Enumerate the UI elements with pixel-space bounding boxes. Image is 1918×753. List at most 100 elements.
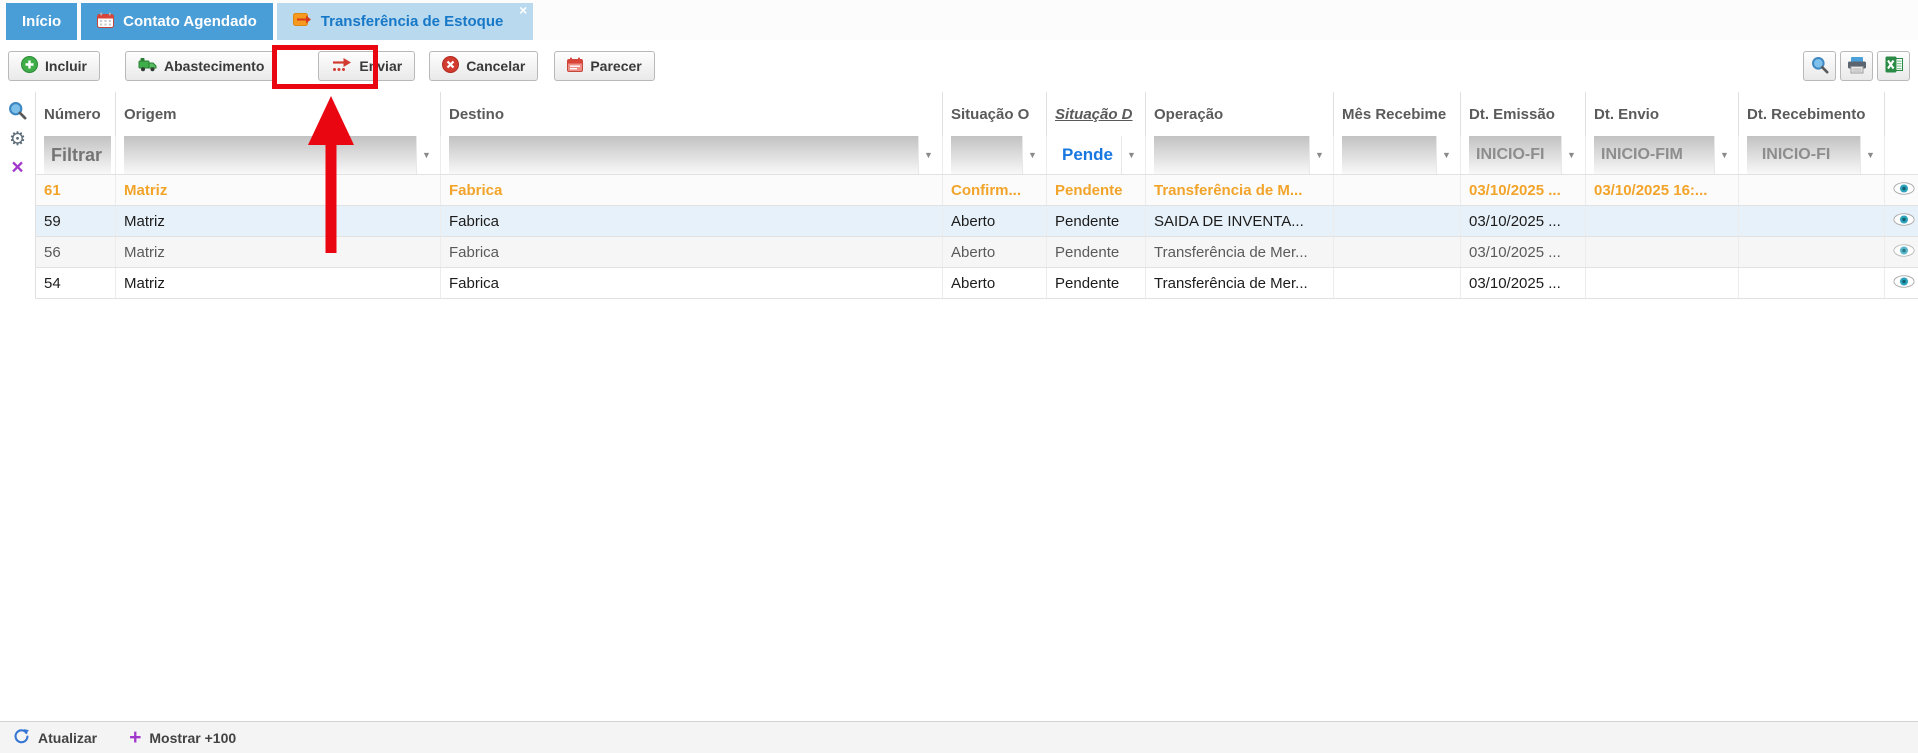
- grid-settings-gear-icon[interactable]: ⚙: [7, 128, 29, 150]
- tab-transferencia-de-estoque[interactable]: Transferência de Estoque ×: [277, 3, 534, 40]
- mes-recebimento-filter-input[interactable]: ▼: [1342, 136, 1456, 174]
- column-header-numero[interactable]: Número: [36, 92, 116, 136]
- button-label: Enviar: [359, 58, 402, 74]
- column-header-dt-emissao[interactable]: Dt. Emissão: [1461, 92, 1586, 136]
- situacao-origem-filter-input[interactable]: ▼: [951, 136, 1042, 174]
- column-header-dt-recebimento[interactable]: Dt. Recebimento: [1739, 92, 1885, 136]
- destino-filter-dropdown-icon[interactable]: ▼: [918, 136, 938, 174]
- clear-filter-icon[interactable]: ×: [7, 157, 29, 179]
- close-tab-icon[interactable]: ×: [519, 3, 527, 17]
- cell-numero: 56: [36, 237, 116, 268]
- column-header-situacao-origem[interactable]: Situação O: [943, 92, 1047, 136]
- dt-recebimento-filter-dropdown-icon[interactable]: ▼: [1860, 136, 1880, 174]
- origem-filter-input[interactable]: ▼: [124, 136, 436, 174]
- cell-dt-recebimento: [1739, 175, 1885, 206]
- button-label: Cancelar: [466, 58, 525, 74]
- column-header-operacao[interactable]: Operação: [1146, 92, 1334, 136]
- table-row-61[interactable]: 61 Matriz Fabrica Confirm... Pendente Tr…: [36, 175, 1918, 206]
- toolbar-right-group: [1803, 51, 1910, 81]
- dt-emissao-filter-dropdown-icon[interactable]: ▼: [1561, 136, 1581, 174]
- origem-filter-dropdown-icon[interactable]: ▼: [416, 136, 436, 174]
- table-row-59[interactable]: 59 Matriz Fabrica Aberto Pendente SAIDA …: [36, 206, 1918, 237]
- cell-numero: 59: [36, 206, 116, 237]
- footer-label: Mostrar +100: [149, 730, 236, 746]
- mostrar-100-button[interactable]: + Mostrar +100: [129, 729, 236, 747]
- cancelar-button[interactable]: Cancelar: [429, 51, 538, 81]
- destino-filter-input[interactable]: ▼: [449, 136, 938, 174]
- enviar-button[interactable]: Enviar: [318, 51, 415, 81]
- search-icon: [1811, 56, 1829, 77]
- tab-label: Início: [22, 13, 61, 30]
- cell-numero: 54: [36, 268, 116, 299]
- printer-icon: [1847, 56, 1867, 77]
- cell-dt-emissao: 03/10/2025 ...: [1461, 268, 1586, 299]
- filter-value: INICIO-FIM: [1594, 146, 1683, 164]
- operacao-filter-dropdown-icon[interactable]: ▼: [1309, 136, 1329, 174]
- eye-icon: [1893, 213, 1915, 230]
- print-button[interactable]: [1840, 51, 1873, 81]
- grid-side-tools: ⚙ ×: [0, 92, 35, 179]
- atualizar-button[interactable]: Atualizar: [13, 728, 97, 748]
- parecer-button[interactable]: Parecer: [554, 51, 654, 81]
- cell-operacao: Transferência de Mer...: [1146, 237, 1334, 268]
- excel-export-button[interactable]: [1877, 51, 1910, 81]
- operacao-filter-input[interactable]: ▼: [1154, 136, 1329, 174]
- situacao-destino-filter-input[interactable]: Pende ▼: [1055, 136, 1141, 174]
- tab-inicio[interactable]: Início: [6, 3, 77, 40]
- cell-dt-recebimento: [1739, 206, 1885, 237]
- plus-circle-icon: [21, 56, 38, 76]
- row-view-button[interactable]: [1885, 268, 1918, 299]
- grid-search-icon[interactable]: [7, 99, 29, 121]
- cell-dt-envio: [1586, 268, 1739, 299]
- cell-dt-emissao: 03/10/2025 ...: [1461, 206, 1586, 237]
- transfer-icon: [293, 12, 312, 31]
- dt-emissao-filter-input[interactable]: INICIO-FI▼: [1469, 136, 1581, 174]
- column-header-mes-recebimento[interactable]: Mês Recebime: [1334, 92, 1461, 136]
- cell-destino: Fabrica: [441, 206, 943, 237]
- incluir-button[interactable]: Incluir: [8, 51, 100, 81]
- cell-dt-emissao: 03/10/2025 ...: [1461, 237, 1586, 268]
- cell-situacao-origem: Aberto: [943, 237, 1047, 268]
- cell-dt-recebimento: [1739, 268, 1885, 299]
- button-label: Incluir: [45, 58, 87, 74]
- grid-footer-bar: Atualizar + Mostrar +100: [0, 721, 1918, 753]
- dt-envio-filter-input[interactable]: INICIO-FIM ▼: [1594, 136, 1734, 174]
- row-view-button[interactable]: [1885, 237, 1918, 268]
- column-header-destino[interactable]: Destino: [441, 92, 943, 136]
- search-button[interactable]: [1803, 51, 1836, 81]
- mes-recebimento-filter-dropdown-icon[interactable]: ▼: [1436, 136, 1456, 174]
- situacao-destino-filter-dropdown-icon[interactable]: ▼: [1121, 136, 1141, 174]
- dt-recebimento-filter-input[interactable]: INICIO-FI ▼: [1747, 136, 1880, 174]
- dt-envio-filter-dropdown-icon[interactable]: ▼: [1714, 136, 1734, 174]
- table-row-56[interactable]: 56 Matriz Fabrica Aberto Pendente Transf…: [36, 237, 1918, 268]
- toolbar: Incluir Abastecimento Enviar Cancelar Pa…: [0, 40, 1918, 92]
- grid-header-row: Número Origem Destino Situação O Situaçã…: [36, 92, 1918, 136]
- cell-situacao-origem: Aberto: [943, 206, 1047, 237]
- column-header-dt-envio[interactable]: Dt. Envio: [1586, 92, 1739, 136]
- footer-label: Atualizar: [38, 730, 97, 746]
- cell-origem: Matriz: [116, 175, 441, 206]
- numero-filter-input[interactable]: Filtrar: [44, 136, 111, 174]
- row-view-button[interactable]: [1885, 175, 1918, 206]
- cell-origem: Matriz: [116, 268, 441, 299]
- cell-dt-emissao: 03/10/2025 ...: [1461, 175, 1586, 206]
- row-view-button[interactable]: [1885, 206, 1918, 237]
- tab-label: Contato Agendado: [123, 13, 257, 30]
- tab-contato-agendado[interactable]: Contato Agendado: [81, 3, 273, 40]
- column-header-origem[interactable]: Origem: [116, 92, 441, 136]
- column-header-situacao-destino[interactable]: Situação D: [1047, 92, 1146, 136]
- cell-mes-recebimento: [1334, 175, 1461, 206]
- button-label: Abastecimento: [164, 58, 264, 74]
- filter-value: Pende: [1055, 145, 1113, 165]
- abastecimento-button[interactable]: Abastecimento: [125, 51, 277, 81]
- cell-mes-recebimento: [1334, 237, 1461, 268]
- cell-dt-envio: [1586, 206, 1739, 237]
- cell-operacao: Transferência de Mer...: [1146, 268, 1334, 299]
- table-row-54[interactable]: 54 Matriz Fabrica Aberto Pendente Transf…: [36, 268, 1918, 299]
- plus-icon: +: [129, 729, 141, 747]
- filter-value: INICIO-FI: [1762, 146, 1830, 164]
- situacao-origem-filter-dropdown-icon[interactable]: ▼: [1022, 136, 1042, 174]
- cell-origem: Matriz: [116, 206, 441, 237]
- refresh-icon: [13, 728, 30, 748]
- tab-label: Transferência de Estoque: [321, 13, 504, 30]
